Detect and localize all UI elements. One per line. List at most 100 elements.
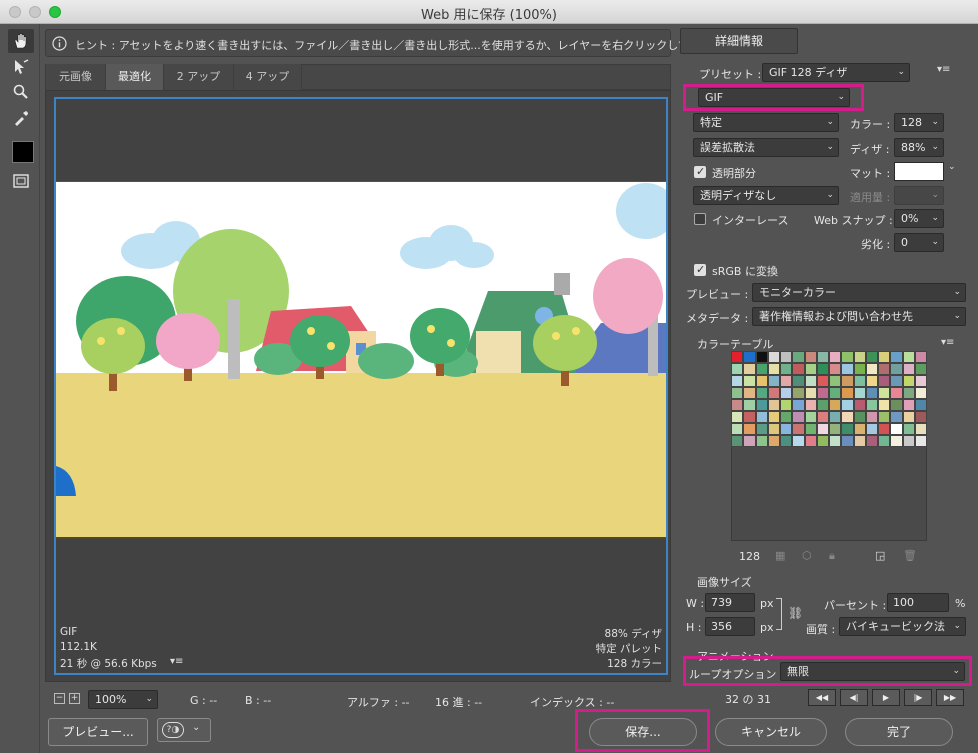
color-swatch[interactable] <box>914 387 927 399</box>
color-swatch[interactable] <box>853 351 866 363</box>
color-swatch[interactable] <box>804 387 817 399</box>
web-shift-icon[interactable]: ▦ <box>775 549 785 562</box>
color-swatch[interactable] <box>902 387 915 399</box>
color-swatch[interactable] <box>914 435 927 447</box>
color-swatch[interactable] <box>767 423 780 435</box>
matte-color-swatch[interactable] <box>894 162 944 181</box>
color-swatch[interactable] <box>731 387 744 399</box>
dither-amount-field[interactable]: 88% ⌄ <box>894 138 944 157</box>
lossy-field[interactable]: 0 ⌄ <box>894 233 944 252</box>
color-swatch[interactable] <box>731 435 744 447</box>
color-swatch[interactable] <box>865 351 878 363</box>
color-swatch[interactable] <box>743 399 756 411</box>
color-swatch[interactable] <box>755 411 768 423</box>
resample-quality-select[interactable]: バイキュービック法 ⌄ <box>839 617 966 636</box>
color-swatch[interactable] <box>890 399 903 411</box>
color-swatch[interactable] <box>890 363 903 375</box>
color-swatch[interactable] <box>853 435 866 447</box>
color-swatch[interactable] <box>755 387 768 399</box>
color-swatch[interactable] <box>767 387 780 399</box>
color-swatch[interactable] <box>816 387 829 399</box>
color-swatch[interactable] <box>816 423 829 435</box>
color-swatch[interactable] <box>731 423 744 435</box>
width-input[interactable]: 739 <box>705 593 755 612</box>
color-swatch[interactable] <box>902 399 915 411</box>
color-swatch[interactable] <box>890 375 903 387</box>
save-button[interactable]: 保存... <box>589 718 697 746</box>
preset-menu-icon[interactable]: ▾≡ <box>937 64 950 75</box>
preview-in-browser-button[interactable]: プレビュー... <box>48 718 148 746</box>
color-swatch[interactable] <box>804 363 817 375</box>
color-swatch[interactable] <box>743 351 756 363</box>
percent-input[interactable]: 100 <box>887 593 949 612</box>
color-swatch[interactable] <box>804 435 817 447</box>
color-swatch[interactable] <box>878 399 891 411</box>
color-swatch[interactable] <box>853 423 866 435</box>
color-swatch[interactable] <box>865 399 878 411</box>
preview-color-select[interactable]: モニターカラー ⌄ <box>752 283 966 302</box>
dither-method-select[interactable]: 誤差拡散法 ⌄ <box>693 138 839 157</box>
color-table-swatches[interactable] <box>731 351 927 447</box>
color-swatch[interactable] <box>829 411 842 423</box>
download-speed-menu-icon[interactable]: ▾≡ <box>170 656 183 667</box>
browser-select[interactable]: ?◑ ⌄ <box>157 718 211 742</box>
color-swatch[interactable] <box>731 399 744 411</box>
color-swatch[interactable] <box>816 399 829 411</box>
color-swatch[interactable] <box>829 375 842 387</box>
color-swatch[interactable] <box>878 411 891 423</box>
color-swatch[interactable] <box>865 435 878 447</box>
color-swatch[interactable] <box>816 363 829 375</box>
color-swatch[interactable] <box>743 363 756 375</box>
color-swatch[interactable] <box>755 375 768 387</box>
lock-icon[interactable]: 🔒︎ <box>829 549 835 563</box>
color-swatch[interactable] <box>755 363 768 375</box>
toggle-slices-icon[interactable] <box>8 169 34 193</box>
previous-frame-button[interactable]: ◀| <box>840 689 868 706</box>
cancel-button[interactable]: キャンセル <box>715 718 827 746</box>
play-button[interactable]: ▶ <box>872 689 900 706</box>
chevron-down-icon[interactable]: ⌄ <box>948 162 956 172</box>
transparency-dither-select[interactable]: 透明ディザなし ⌄ <box>693 186 839 205</box>
loop-options-select[interactable]: 無限 ⌄ <box>780 662 965 681</box>
color-swatch[interactable] <box>853 411 866 423</box>
color-swatch[interactable] <box>890 423 903 435</box>
color-swatch[interactable] <box>816 351 829 363</box>
color-swatch[interactable] <box>816 435 829 447</box>
zoom-tool-icon[interactable] <box>8 80 34 104</box>
color-swatch[interactable] <box>767 411 780 423</box>
color-swatch[interactable] <box>853 363 866 375</box>
color-swatch[interactable] <box>792 351 805 363</box>
color-swatch[interactable] <box>731 375 744 387</box>
next-frame-button[interactable]: |▶ <box>904 689 932 706</box>
slice-select-tool-icon[interactable] <box>8 55 34 79</box>
color-swatch[interactable] <box>804 399 817 411</box>
color-reduction-select[interactable]: 特定 ⌄ <box>693 113 839 132</box>
color-swatch[interactable] <box>816 411 829 423</box>
color-swatch[interactable] <box>878 375 891 387</box>
color-swatch[interactable] <box>865 423 878 435</box>
color-swatch[interactable] <box>731 351 744 363</box>
tab-optimized[interactable]: 最適化 <box>106 64 164 90</box>
trash-icon[interactable]: 🗑︎ <box>903 549 917 562</box>
color-swatch[interactable] <box>865 375 878 387</box>
color-swatch[interactable] <box>792 411 805 423</box>
color-swatch[interactable] <box>743 423 756 435</box>
color-swatch[interactable] <box>841 399 854 411</box>
color-swatch[interactable] <box>890 411 903 423</box>
new-color-icon[interactable]: ◲ <box>875 549 885 562</box>
metadata-select[interactable]: 著作権情報および問い合わせ先 ⌄ <box>752 307 966 326</box>
color-swatch[interactable] <box>792 387 805 399</box>
color-swatch[interactable] <box>767 375 780 387</box>
color-swatch[interactable] <box>804 351 817 363</box>
color-swatch[interactable] <box>731 363 744 375</box>
color-swatch[interactable] <box>914 375 927 387</box>
tab-original[interactable]: 元画像 <box>46 64 106 90</box>
done-button[interactable]: 完了 <box>845 718 953 746</box>
file-format-select[interactable]: GIF ⌄ <box>698 88 850 107</box>
color-swatch[interactable] <box>902 423 915 435</box>
first-frame-button[interactable]: ◀◀ <box>808 689 836 706</box>
color-swatch[interactable] <box>767 399 780 411</box>
color-swatch[interactable] <box>914 399 927 411</box>
color-swatch[interactable] <box>878 435 891 447</box>
preset-select[interactable]: GIF 128 ディザ ⌄ <box>762 63 910 82</box>
